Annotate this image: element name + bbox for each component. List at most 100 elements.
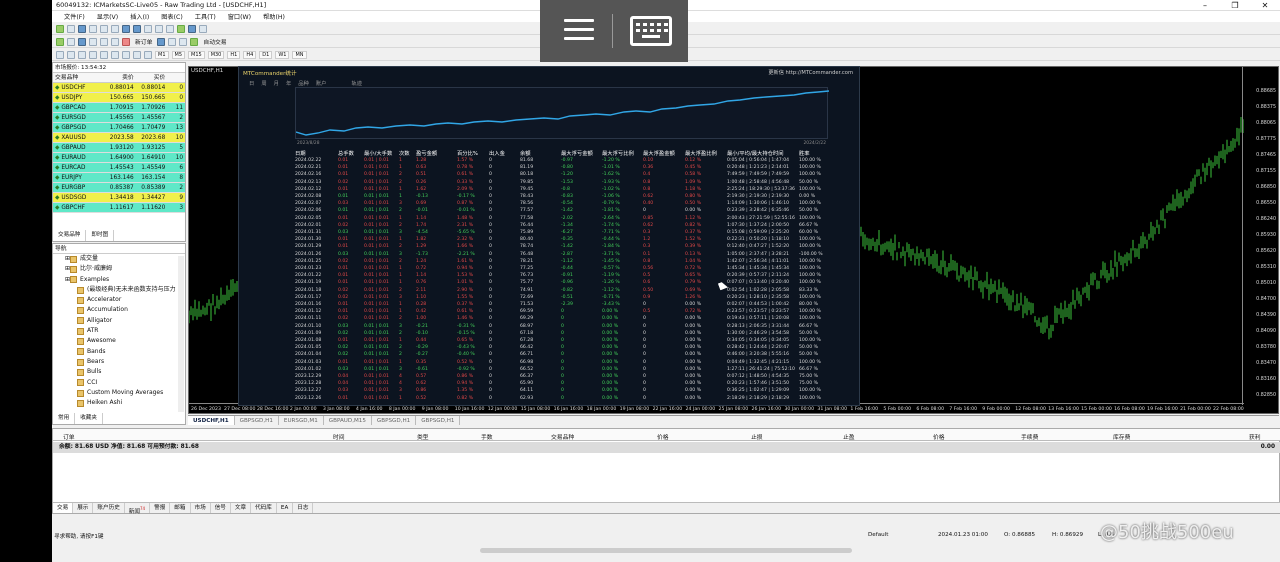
chart-tab[interactable]: EURSGD,M1 <box>279 416 324 425</box>
options-icon[interactable] <box>179 37 188 46</box>
market-watch-row[interactable]: ◆ USDJPY 150.665 150.665 0 <box>53 93 185 103</box>
navigator-item[interactable]: ⊞ 比尔·威廉姆 <box>65 264 185 274</box>
navigator-item[interactable]: Accumulation <box>77 305 185 315</box>
navigator-item[interactable]: (最级经典)无未来函数支持与压力 <box>77 285 185 295</box>
navigator-icon[interactable] <box>100 24 108 33</box>
navigator-item[interactable]: ATR <box>77 326 185 336</box>
market-watch-row[interactable]: ◆ EURSGD 1.45565 1.45567 2 <box>53 113 185 123</box>
maximize-button[interactable]: ❐ <box>1220 0 1250 11</box>
col-lots[interactable]: 手数 <box>481 432 493 441</box>
timeframe-m1[interactable]: M1 <box>155 50 169 59</box>
market-watch-row[interactable]: ◆ EURGBP 0.85387 0.85389 2 <box>53 183 185 193</box>
stats-column-header[interactable]: 日期 <box>295 149 306 157</box>
market-watch-row[interactable]: ◆ USDCHF 0.88014 0.88014 0 <box>53 83 185 93</box>
column-spread[interactable] <box>167 73 185 82</box>
navigator-item[interactable]: Bulls <box>77 367 185 377</box>
tab-news[interactable]: 新闻74 <box>125 503 151 515</box>
profiles-icon[interactable] <box>67 24 75 33</box>
market-watch-row[interactable]: ◆ EURAUD 1.64900 1.64910 10 <box>53 153 185 163</box>
tab-articles[interactable]: 文章 <box>231 503 252 513</box>
crosshair-tool-icon[interactable] <box>67 50 75 59</box>
stats-column-header[interactable]: 总手数 <box>338 149 354 157</box>
chart-tab[interactable]: USDCHF,H1 <box>188 416 235 425</box>
menu-charts[interactable]: 图表(C) <box>161 12 183 21</box>
timeframe-w1[interactable]: W1 <box>275 50 290 59</box>
minimize-button[interactable]: – <box>1190 0 1220 11</box>
market-watch-row[interactable]: ◆ GBPSGD 1.70466 1.70479 13 <box>53 123 185 133</box>
stats-column-header[interactable]: 次数 <box>399 149 410 157</box>
stats-column-header[interactable]: 最大浮亏金额 <box>561 149 593 157</box>
new-order-button[interactable]: 新订单 <box>133 37 154 46</box>
menu-window[interactable]: 窗口(W) <box>228 12 251 21</box>
new-window-icon[interactable] <box>56 37 64 46</box>
chart-icon[interactable] <box>89 37 97 46</box>
col-swap[interactable]: 库存费 <box>1113 432 1130 441</box>
tab-common[interactable]: 常用 <box>53 413 76 424</box>
tab-account-history[interactable]: 账户历史 <box>93 503 125 513</box>
stats-column-header[interactable]: 最小/大手数 <box>364 149 392 157</box>
cursor-icon[interactable] <box>56 50 64 59</box>
stats-tab-symbol[interactable]: 品种 <box>298 79 309 87</box>
navigator-item[interactable]: ⊞ 成交量 <box>65 254 185 264</box>
horizontal-line-icon[interactable] <box>89 50 97 59</box>
navigator-item[interactable]: Heiken Ashi <box>77 398 185 408</box>
chart-tab[interactable]: GBPSGD,H1 <box>235 416 279 425</box>
status-profile[interactable]: Default <box>868 532 888 538</box>
lock-icon[interactable] <box>168 37 177 46</box>
chart-tab[interactable]: GBPAUD,M15 <box>324 416 372 425</box>
periods-icon[interactable] <box>188 24 196 33</box>
timeframe-mn[interactable]: MN <box>292 50 307 59</box>
stats-column-header[interactable]: 最小/平均/最大持仓时间 <box>727 149 784 157</box>
stats-link[interactable]: 更新信 http://MTCommander.com <box>768 69 853 76</box>
stats-tab-account[interactable]: 账户 <box>316 79 327 87</box>
tab-journal[interactable]: 日志 <box>293 503 314 513</box>
navigator-item[interactable]: Bears <box>77 357 185 367</box>
col-type[interactable]: 类型 <box>417 432 429 441</box>
col-commission[interactable]: 手续费 <box>1021 432 1038 441</box>
chart-tab[interactable]: GBPSGD,H1 <box>372 416 417 425</box>
tab-experts[interactable]: EA <box>277 503 294 513</box>
templates-icon[interactable] <box>199 24 207 33</box>
indicators-icon[interactable] <box>177 24 185 33</box>
vertical-line-icon[interactable] <box>78 50 86 59</box>
arrow-tool-icon[interactable] <box>144 50 152 59</box>
trendline-icon[interactable] <box>100 50 108 59</box>
market-watch-row[interactable]: ◆ GBPAUD 1.93120 1.93125 5 <box>53 143 185 153</box>
market-watch-row[interactable]: ◆ GBPCAD 1.70915 1.70926 11 <box>53 103 185 113</box>
col-tp[interactable]: 止盈 <box>843 432 855 441</box>
menu-help[interactable]: 帮助(H) <box>263 12 285 21</box>
market-watch-row[interactable]: ◆ EURJPY 163.146 163.154 8 <box>53 173 185 183</box>
col-price2[interactable]: 价格 <box>933 432 945 441</box>
new-order-icon[interactable] <box>122 37 130 46</box>
market-watch-row[interactable]: ◆ GBPCHF 1.11617 1.11620 3 <box>53 203 185 213</box>
tab-exposure[interactable]: 展示 <box>73 503 94 513</box>
terminal-icon[interactable] <box>111 24 119 33</box>
close-button[interactable]: ✕ <box>1250 0 1280 11</box>
navigator-item[interactable]: CCI <box>77 378 185 388</box>
tab-signals[interactable]: 信号 <box>211 503 231 513</box>
stats-tab-month[interactable]: 月 <box>274 79 279 87</box>
col-price[interactable]: 价格 <box>657 432 669 441</box>
column-symbol[interactable]: 交易品种 <box>53 73 106 82</box>
auto-trading-button[interactable]: 自动交易 <box>201 37 228 46</box>
stats-column-header[interactable]: 最大浮盈比例 <box>685 149 717 157</box>
tab-mailbox[interactable]: 邮箱 <box>170 503 191 513</box>
chart-shift-icon[interactable] <box>166 24 174 33</box>
market-watch-row[interactable]: ◆ USDSGD 1.34418 1.34427 9 <box>53 193 185 203</box>
data-window-icon[interactable] <box>89 24 97 33</box>
navigator-item[interactable]: Accelerator <box>77 295 185 305</box>
stats-column-header[interactable]: 盈亏金额 <box>416 149 437 157</box>
timeframe-h1[interactable]: H1 <box>227 50 241 59</box>
navigator-item[interactable]: Awesome <box>77 336 185 346</box>
autoscroll-icon[interactable] <box>155 24 163 33</box>
data-icon[interactable] <box>100 37 108 46</box>
menu-view[interactable]: 显示(V) <box>97 12 118 21</box>
stats-tab-track[interactable]: 轨迹 <box>351 79 362 87</box>
col-sl[interactable]: 止损 <box>751 432 763 441</box>
stats-column-header[interactable]: 最大浮盈金额 <box>643 149 675 157</box>
tile-windows-icon[interactable] <box>144 24 152 33</box>
channel-icon[interactable] <box>111 50 119 59</box>
timeframe-d1[interactable]: D1 <box>259 50 273 59</box>
navigator-scrollbar[interactable] <box>178 256 184 412</box>
stats-tab-year[interactable]: 年 <box>286 79 291 87</box>
